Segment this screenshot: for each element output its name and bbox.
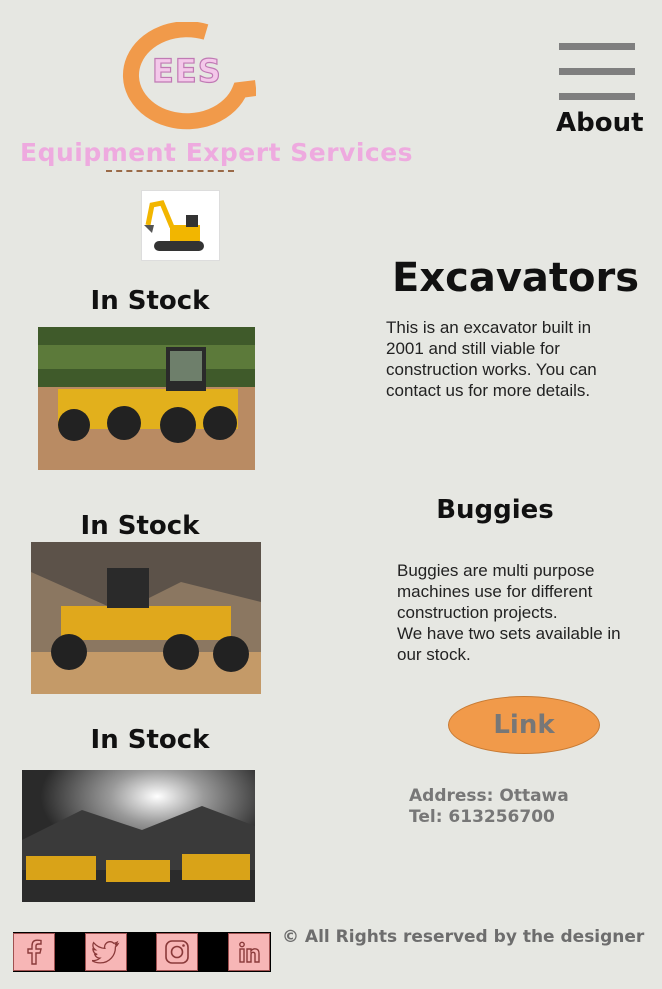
- contact-info: Address: Ottawa Tel: 613256700: [409, 786, 649, 828]
- social-bar: [13, 932, 271, 972]
- buggies-heading: Buggies: [436, 495, 554, 525]
- buggies-description-line-1: Buggies are multi purpose machines use f…: [397, 561, 595, 622]
- excavator-thumbnail: [141, 190, 220, 261]
- menu-icon[interactable]: [559, 43, 635, 100]
- stock-label-2: In Stock: [80, 511, 200, 541]
- stock-label-3: In Stock: [90, 725, 210, 755]
- instagram-icon[interactable]: [156, 933, 198, 971]
- linkedin-icon[interactable]: [228, 933, 270, 971]
- dozers-photo: [22, 770, 255, 902]
- stock-label-1: In Stock: [90, 286, 210, 316]
- contact-address: Address: Ottawa: [409, 786, 569, 806]
- copyright-text: © All Rights reserved by the designer: [282, 927, 645, 947]
- twitter-icon[interactable]: [85, 933, 127, 971]
- link-button-label: Link: [493, 710, 555, 740]
- excavators-heading: Excavators: [392, 255, 640, 301]
- link-button[interactable]: Link: [448, 696, 600, 754]
- brand-underline: [106, 170, 234, 172]
- facebook-icon[interactable]: [13, 933, 55, 971]
- grader-photo-2: [31, 542, 261, 694]
- contact-tel: Tel: 613256700: [409, 807, 555, 827]
- logo-text: EES: [151, 51, 222, 90]
- brand-name[interactable]: Equipment Expert Services: [20, 138, 413, 167]
- excavators-description: This is an excavator built in 2001 and s…: [386, 318, 597, 400]
- buggies-description-line-2: We have two sets available in our stock.: [397, 624, 621, 664]
- grader-photo-1: [38, 327, 255, 470]
- about-link[interactable]: About: [556, 108, 644, 138]
- buggies-description: Buggies are multi purpose machines use f…: [397, 560, 632, 665]
